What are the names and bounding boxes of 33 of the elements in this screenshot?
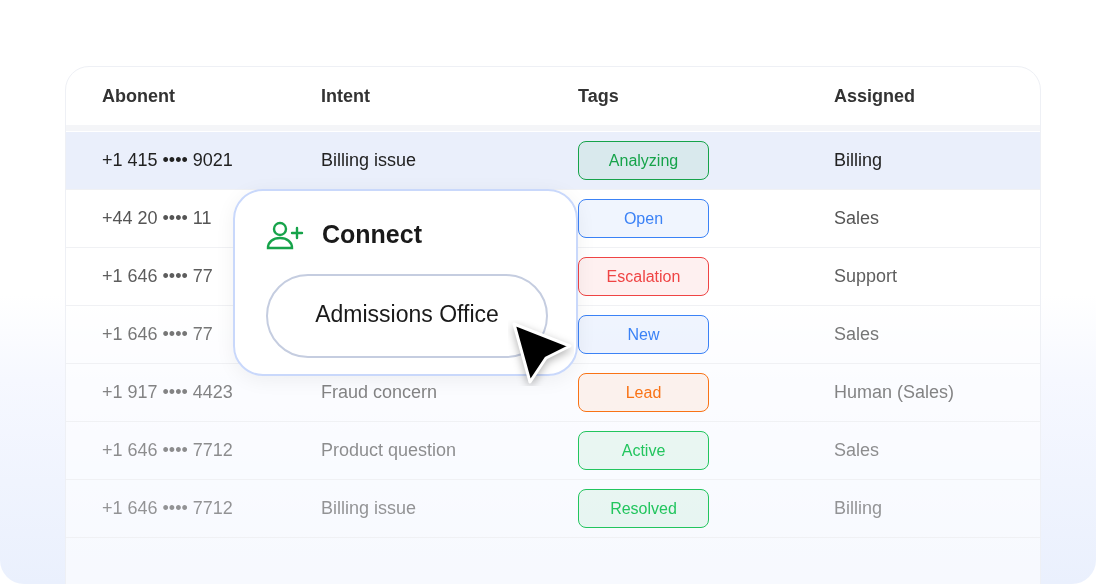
intent-cell: Billing issue <box>321 498 417 518</box>
abonent-cell: +1 415 •••• 9021 <box>102 150 233 170</box>
assigned-cell: Human (Sales) <box>834 382 955 402</box>
assigned-cell: Billing <box>834 498 883 518</box>
abonent-cell: +1 646 •••• 7712 <box>102 440 233 460</box>
column-header: Abonent <box>102 85 175 106</box>
tag-badge: Lead <box>578 373 709 412</box>
assigned-cell: Sales <box>834 324 880 344</box>
assigned-cell: Sales <box>834 440 880 460</box>
tag-badge: Escalation <box>578 257 709 296</box>
abonent-cell: +1 917 •••• 4423 <box>102 382 233 402</box>
column-header: Tags <box>578 85 619 106</box>
column-header: Intent <box>321 85 370 106</box>
abonent-cell: +1 646 •••• 77 <box>102 324 213 344</box>
tag-badge: Resolved <box>578 489 709 528</box>
abonent-cell: +1 646 •••• 7712 <box>102 498 233 518</box>
intent-cell: Product question <box>321 440 457 460</box>
tag-badge: Analyzing <box>578 141 709 180</box>
tag-badge: Open <box>578 199 709 238</box>
assigned-cell: Billing <box>834 150 883 170</box>
abonent-cell: +44 20 •••• 11 <box>102 208 212 228</box>
assigned-cell: Sales <box>834 208 880 228</box>
intent-cell: Fraud concern <box>321 382 438 402</box>
popup-title: Connect <box>322 219 422 250</box>
column-header: Assigned <box>834 85 916 106</box>
assigned-cell: Support <box>834 266 898 286</box>
intent-cell: Billing issue <box>321 150 417 170</box>
abonent-cell: +1 646 •••• 77 <box>102 266 213 286</box>
add-user-icon <box>266 219 304 250</box>
admissions-office-button[interactable]: Admissions Office <box>266 273 548 358</box>
tag-badge: New <box>578 315 709 354</box>
selected-row[interactable]: +1 415 •••• 9021 Billing issue Analyzing Billing <box>66 132 1040 190</box>
tag-badge: Active <box>578 431 709 470</box>
